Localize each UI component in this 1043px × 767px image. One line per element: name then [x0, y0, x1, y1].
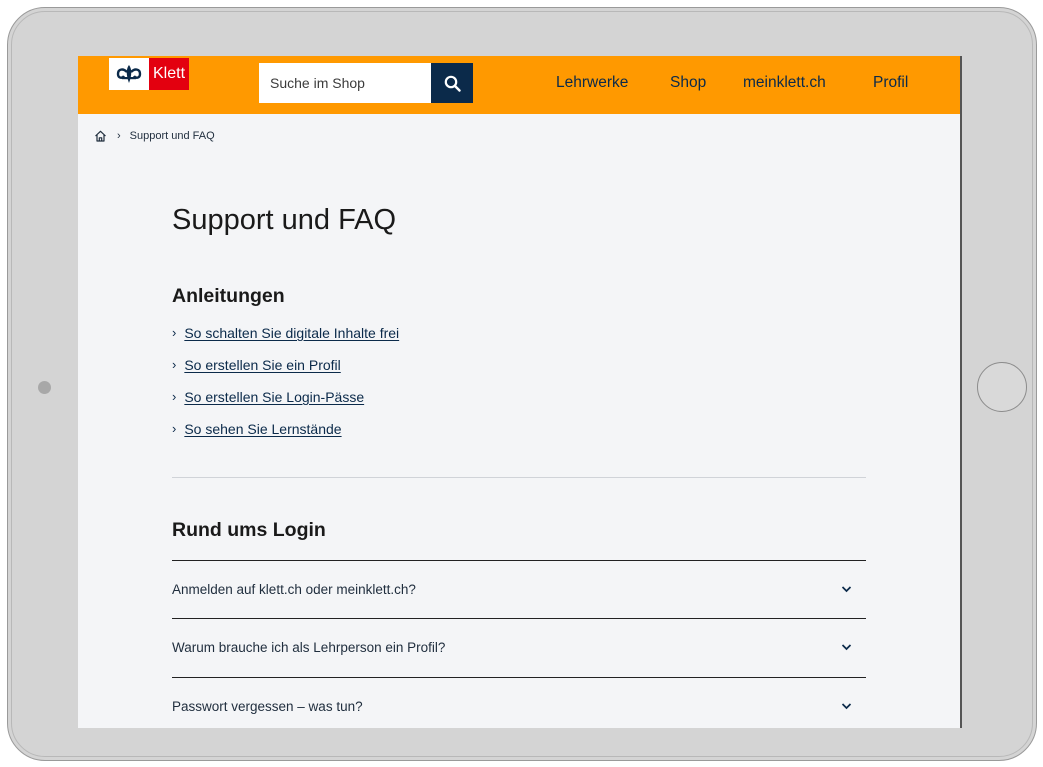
- list-item: › So erstellen Sie Login-Pässe: [172, 389, 399, 421]
- list-item: › So schalten Sie digitale Inhalte frei: [172, 325, 399, 357]
- list-item: › So erstellen Sie ein Profil: [172, 357, 399, 389]
- chevron-down-icon: [841, 586, 852, 593]
- nav-profil[interactable]: Profil: [873, 74, 908, 92]
- shop-search: [259, 63, 473, 103]
- chevron-down-icon: [841, 644, 852, 651]
- nav-shop[interactable]: Shop: [670, 74, 706, 92]
- browser-viewport: Klett Lehrwerke Shop meinklett.ch Profil…: [78, 56, 962, 728]
- chevron-right-icon: ›: [172, 357, 177, 372]
- breadcrumb-current: Support und FAQ: [129, 130, 215, 142]
- faq-item[interactable]: Warum brauche ich als Lehrperson ein Pro…: [172, 618, 866, 676]
- section-divider: [172, 477, 866, 478]
- klett-lily-icon: [109, 58, 149, 90]
- section-heading-login: Rund ums Login: [172, 519, 326, 541]
- guide-links: › So schalten Sie digitale Inhalte frei …: [172, 325, 399, 453]
- faq-item[interactable]: Passwort vergessen – was tun?: [172, 677, 866, 728]
- home-icon[interactable]: [94, 130, 107, 142]
- faq-question: Warum brauche ich als Lehrperson ein Pro…: [172, 640, 446, 655]
- faq-item[interactable]: Anmelden auf klett.ch oder meinklett.ch?: [172, 560, 866, 618]
- guide-link[interactable]: So schalten Sie digitale Inhalte frei: [184, 325, 399, 341]
- search-input[interactable]: [259, 63, 431, 103]
- list-item: › So sehen Sie Lernstände: [172, 421, 399, 453]
- chevron-down-icon: [841, 703, 852, 710]
- nav-meinklett[interactable]: meinklett.ch: [743, 74, 826, 92]
- chevron-right-icon: ›: [172, 325, 177, 340]
- site-header: Klett Lehrwerke Shop meinklett.ch Profil: [78, 56, 960, 114]
- guide-link[interactable]: So erstellen Sie ein Profil: [184, 357, 340, 373]
- breadcrumb: › Support und FAQ: [94, 130, 215, 142]
- faq-question: Passwort vergessen – was tun?: [172, 699, 363, 714]
- guide-link[interactable]: So erstellen Sie Login-Pässe: [184, 389, 364, 405]
- section-heading-guides: Anleitungen: [172, 285, 285, 307]
- chevron-right-icon: ›: [117, 130, 121, 142]
- chevron-right-icon: ›: [172, 389, 177, 404]
- home-button[interactable]: [977, 362, 1027, 412]
- guide-link[interactable]: So sehen Sie Lernstände: [184, 421, 341, 437]
- search-button[interactable]: [431, 63, 473, 103]
- nav-lehrwerke[interactable]: Lehrwerke: [556, 74, 628, 92]
- logo-wordmark: Klett: [149, 58, 190, 90]
- klett-logo[interactable]: Klett: [109, 58, 190, 90]
- camera-dot: [38, 381, 51, 394]
- search-icon: [444, 75, 461, 92]
- page-title: Support und FAQ: [172, 204, 397, 236]
- chevron-right-icon: ›: [172, 421, 177, 436]
- faq-question: Anmelden auf klett.ch oder meinklett.ch?: [172, 582, 416, 597]
